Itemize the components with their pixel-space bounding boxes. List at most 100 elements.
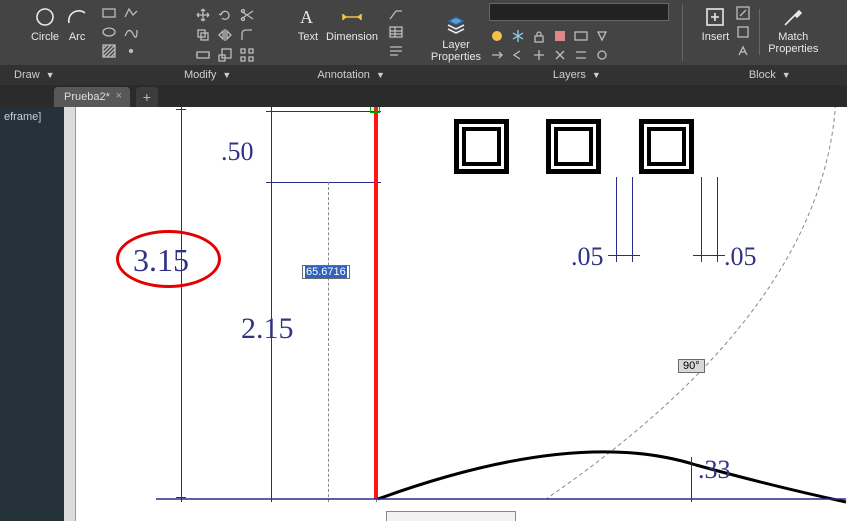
dim-extension-line (701, 177, 702, 262)
ribbon-separator (682, 4, 683, 61)
text-icon: A (296, 5, 320, 29)
dim-extension-line (717, 177, 718, 262)
dynamic-input-value: 65.6716 (305, 266, 347, 278)
rotate-icon[interactable] (217, 7, 233, 23)
dim-extension-line (328, 182, 329, 502)
dimension-button[interactable]: Dimension (326, 5, 378, 59)
panel-modify (170, 0, 280, 65)
document-tab[interactable]: Prueba2* × (54, 87, 130, 107)
rectangle-icon[interactable] (101, 5, 117, 21)
layer-state-icon[interactable] (573, 28, 589, 44)
move-icon[interactable] (195, 7, 211, 23)
layer-lock-icon[interactable] (531, 28, 547, 44)
layer-iso-icon[interactable] (594, 28, 610, 44)
table-icon[interactable] (388, 24, 404, 40)
copy-icon[interactable] (195, 27, 211, 43)
dim-tick (176, 497, 186, 498)
layer-dropdown[interactable] (489, 3, 669, 21)
svg-text:A: A (300, 7, 313, 27)
dim-line (266, 182, 381, 183)
document-tab-label: Prueba2* (64, 91, 110, 103)
scale-icon[interactable] (217, 47, 233, 63)
layer-freeze-icon[interactable] (510, 28, 526, 44)
match-properties-icon (781, 5, 805, 29)
circle-label: Circle (31, 31, 59, 43)
ribbon: Circle Arc (0, 0, 847, 85)
polyline-icon[interactable] (123, 5, 139, 21)
dim-extension-line (691, 457, 692, 502)
insert-label: Insert (702, 31, 730, 43)
ribbon-panels: Circle Arc (0, 0, 847, 65)
circle-button[interactable]: Circle (31, 5, 59, 59)
hatch-icon[interactable] (101, 43, 117, 59)
dynamic-input[interactable]: 65.6716 (302, 265, 350, 279)
drawn-square (546, 119, 601, 174)
dim-text-05b: .05 (724, 242, 757, 272)
insert-icon (703, 5, 727, 29)
document-tab-bar: Prueba2* × + (0, 85, 847, 107)
dimension-label: Dimension (326, 31, 378, 43)
layer-off-icon[interactable] (489, 28, 505, 44)
new-tab-button[interactable]: + (136, 87, 158, 107)
layer-color-icon[interactable] (552, 28, 568, 44)
leader-icon[interactable] (388, 5, 404, 21)
chevron-down-icon: ▼ (376, 70, 385, 80)
layer-properties-label: Layer Properties (431, 39, 481, 63)
command-box-edge[interactable] (386, 511, 516, 521)
panel-draw: Circle Arc (0, 0, 170, 65)
dim-extension-line (616, 177, 617, 262)
block-panel-title[interactable]: Block▼ (735, 69, 805, 81)
spline-icon[interactable] (123, 24, 139, 40)
layer-new-icon[interactable] (531, 47, 547, 63)
layer-del-icon[interactable] (552, 47, 568, 63)
dim-extension-line (632, 177, 633, 262)
drawing-canvas[interactable]: .50 2.15 3.15 65.6716 .05 .05 (76, 107, 847, 521)
stretch-icon[interactable] (195, 47, 211, 63)
create-block-icon[interactable] (735, 24, 751, 40)
layer-properties-button[interactable]: Layer Properties (431, 13, 481, 63)
layer-walk-icon[interactable] (594, 47, 610, 63)
insert-button[interactable]: Insert (702, 5, 730, 59)
fillet-icon[interactable] (239, 27, 255, 43)
point-icon[interactable] (123, 43, 139, 59)
dim-tick (693, 255, 725, 256)
annotation-ellipse (116, 230, 221, 288)
chevron-down-icon: ▼ (46, 70, 55, 80)
side-panel[interactable]: eframe] (0, 107, 64, 521)
circle-icon (33, 5, 57, 29)
layer-match-icon[interactable] (489, 47, 505, 63)
chevron-down-icon: ▼ (222, 70, 231, 80)
chevron-down-icon: ▼ (592, 70, 601, 80)
dim-tick (176, 109, 186, 110)
edit-block-icon[interactable] (735, 5, 751, 21)
text-button[interactable]: A Text (296, 5, 320, 59)
ellipse-icon[interactable] (101, 24, 117, 40)
dim-text-05a: .05 (571, 242, 604, 272)
chevron-down-icon: ▼ (782, 70, 791, 80)
mirror-icon[interactable] (217, 27, 233, 43)
work-area: eframe] .50 2.15 3.15 65.6716 (0, 107, 847, 521)
dim-extension-line (271, 107, 272, 502)
panel-block: Insert Match Properties (685, 0, 835, 65)
close-tab-icon[interactable]: × (112, 89, 126, 103)
draw-panel-title[interactable]: Draw▼ (0, 69, 48, 81)
modify-panel-title[interactable]: Modify▼ (170, 69, 245, 81)
side-panel-label: eframe] (4, 111, 41, 123)
layer-prev-icon[interactable] (510, 47, 526, 63)
active-line[interactable] (374, 107, 378, 499)
dim-text-33: .33 (698, 455, 731, 485)
endpoint-marker (370, 107, 380, 113)
mtext-icon[interactable] (388, 43, 404, 59)
match-properties-label: Match Properties (768, 31, 818, 55)
arc-icon (65, 5, 89, 29)
dim-text-215: 2.15 (241, 312, 294, 346)
quick-toolbar[interactable] (64, 107, 76, 521)
arc-button[interactable]: Arc (65, 5, 89, 59)
trim-icon[interactable] (239, 7, 255, 23)
match-properties-button[interactable]: Match Properties (768, 5, 818, 59)
layers-panel-title[interactable]: Layers▼ (539, 69, 615, 81)
annotation-panel-title[interactable]: Annotation▼ (303, 69, 399, 81)
define-attr-icon[interactable] (735, 43, 751, 59)
layer-merge-icon[interactable] (573, 47, 589, 63)
array-icon[interactable] (239, 47, 255, 63)
